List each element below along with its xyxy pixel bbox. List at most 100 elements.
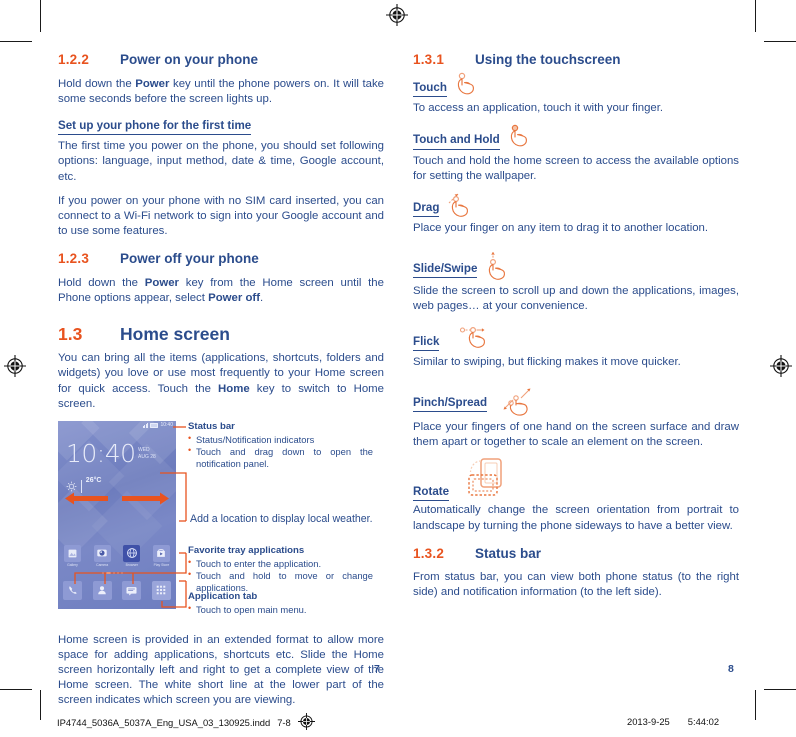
callout-bullet-list: Touch to open main menu. (188, 603, 373, 616)
left-page-column: 1.2.2 Power on your phone Hold down the … (58, 52, 384, 718)
print-footer-left: IP4744_5036A_5037A_Eng_USA_03_130925.ind… (57, 713, 315, 732)
home-screen-page-indicator (102, 571, 123, 574)
contacts-icon[interactable] (92, 580, 112, 600)
gesture-description-flick: Similar to swiping, but flicking makes i… (413, 356, 681, 369)
registration-mark-top-center (386, 4, 408, 26)
print-footer-right: 2013-9-25 5:44:02 (627, 716, 719, 727)
heading-title: Using the touchscreen (475, 52, 621, 67)
paragraph-power-off: Hold down the Power key from the Home sc… (58, 276, 384, 304)
callout-bullet: Touch to open main menu. (188, 603, 373, 616)
gesture-label: Slide/Swipe (413, 262, 478, 279)
gesture-description-slide-swipe: Slide the screen to scroll up and down t… (413, 284, 739, 312)
gesture-slide-swipe: Slide/Swipe (413, 251, 739, 282)
date-day: AUG 28 (138, 453, 156, 460)
clock-widget[interactable]: 10:40 (66, 439, 136, 468)
page-number-right: 8 (728, 663, 734, 675)
touch-hand-icon (453, 71, 483, 97)
paragraph-power-on: Hold down the Power key until the phone … (58, 77, 384, 105)
gesture-flick: Flick (413, 326, 739, 353)
gesture-label: Touch (413, 81, 447, 97)
date-weekday: WED (138, 446, 150, 453)
paragraph-no-sim: If you power on your phone with no SIM c… (58, 194, 384, 238)
weather-temperature: 26°C (85, 476, 102, 484)
gesture-pinch-spread: Pinch/Spread (413, 388, 739, 418)
gesture-description-touch-and-hold: Touch and hold the home screen to access… (413, 154, 739, 182)
callout-title: Application tab (188, 590, 258, 602)
app-label: Play Store (153, 562, 170, 567)
gesture-label: Flick (413, 335, 440, 352)
footer-filename: IP4744_5036A_5037A_Eng_USA_03_130925.ind… (57, 717, 271, 728)
flick-hand-icon (459, 325, 497, 353)
heading-1-3: 1.3 Home screen (58, 324, 384, 344)
browser-icon (123, 544, 141, 562)
touch-hold-hand-icon (506, 123, 536, 149)
date-widget: WED AUG 28 (138, 447, 156, 461)
callout-application-tab: Application tab Touch to open main menu. (188, 591, 373, 616)
callout-title: Favorite tray applications (188, 544, 305, 556)
home-screen-figure: 10:40 10:40 WED AUG 28 26°C Gallery Came… (58, 420, 384, 615)
app-icon-play-store[interactable]: Play Store (152, 544, 171, 567)
gesture-label: Rotate (413, 485, 450, 502)
gesture-drag: Drag (413, 193, 739, 219)
right-page-column: 1.3.1 Using the touchscreen Touch To acc… (413, 52, 739, 609)
gesture-description-touch: To access an application, touch it with … (413, 102, 664, 114)
heading-number: 1.3.2 (413, 545, 445, 561)
page-number-left: 7 (374, 663, 380, 675)
phone-status-bar: 10:40 (58, 421, 176, 430)
callout-bullet-list: Status/Notification indicators Touch and… (188, 433, 373, 469)
crop-mark-top-left-horizontal (0, 41, 32, 43)
callout-title: Status bar (188, 420, 235, 432)
heading-number: 1.3.1 (413, 52, 445, 67)
registration-mark-right (770, 355, 792, 377)
page-dot (113, 571, 115, 574)
footer-date: 2013-9-25 (627, 716, 670, 727)
page-dot (117, 571, 119, 574)
app-label: Browser (125, 562, 139, 567)
crop-mark-top-right-horizontal (764, 41, 796, 43)
app-icon-gallery[interactable]: Gallery (63, 544, 82, 567)
footer-page-range: 7-8 (277, 717, 291, 728)
gesture-label: Pinch/Spread (413, 396, 488, 413)
crop-mark-top-left-vertical (40, 0, 42, 32)
paragraph-extended-home-screen: Home screen is provided in an extended f… (58, 633, 384, 707)
heading-number: 1.3 (58, 324, 83, 345)
callout-weather: Add a location to display local weather. (190, 513, 375, 527)
callout-bullet: Touch to enter the application. (188, 557, 373, 570)
crop-mark-top-right-vertical (755, 0, 757, 32)
app-label: Gallery (67, 562, 78, 567)
page-dot (102, 571, 104, 574)
registration-mark-footer (297, 713, 315, 732)
heading-1-3-2: 1.3.2 Status bar (413, 546, 739, 562)
heading-title: Home screen (120, 324, 230, 345)
gesture-description-pinch-spread: Place your fingers of one hand on the sc… (413, 420, 739, 448)
app-drawer-icon[interactable] (151, 580, 171, 600)
page-dot (121, 571, 123, 574)
gesture-label: Touch and Hold (413, 133, 500, 150)
messaging-icon[interactable] (122, 580, 142, 600)
callout-favorite-tray: Favorite tray applications Touch to ente… (188, 545, 373, 594)
gesture-rotate: Rotate (413, 458, 739, 503)
paragraph-home-screen-intro: You can bring all the items (application… (58, 352, 384, 410)
app-icon-camera[interactable]: Camera (93, 544, 112, 567)
callout-text: Add a location to display local weather. (190, 512, 373, 525)
crop-mark-bottom-right-horizontal (764, 689, 796, 691)
pinch-spread-hand-icon (501, 386, 541, 418)
heading-number: 1.2.3 (58, 251, 90, 267)
app-icon-browser[interactable]: Browser (122, 544, 141, 567)
battery-icon (150, 423, 159, 428)
drag-hand-icon (445, 191, 479, 219)
gesture-description-rotate: Automatically change the screen orientat… (413, 504, 739, 532)
signal-icon (142, 423, 149, 428)
gesture-touch-and-hold: Touch and Hold (413, 124, 739, 151)
manual-page: 1.2.2 Power on your phone Hold down the … (0, 0, 796, 737)
heading-title: Status bar (475, 545, 542, 561)
slide-hand-icon (483, 251, 515, 282)
footer-divider (41, 694, 756, 695)
gesture-touch: Touch (413, 72, 739, 99)
gesture-description-drag: Place your finger on any item to drag it… (413, 222, 709, 235)
phone-icon[interactable] (63, 580, 82, 600)
heading-title: Power off your phone (120, 251, 259, 267)
status-bar-time: 10:40 (160, 422, 173, 429)
callout-bullet-list: Touch to enter the application. Touch an… (188, 557, 373, 593)
page-dot-active (106, 571, 111, 574)
